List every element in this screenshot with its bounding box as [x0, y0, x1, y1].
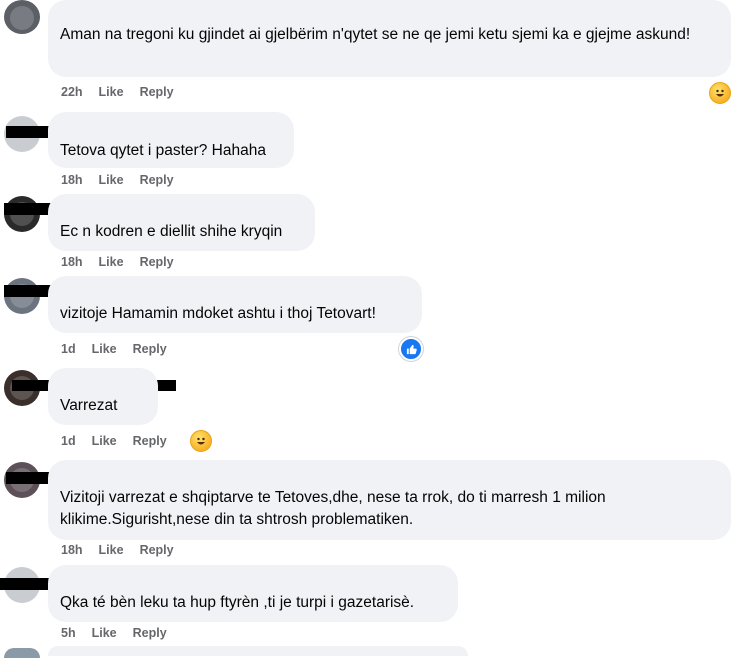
reply-button[interactable]: Reply: [140, 255, 174, 269]
comment-time[interactable]: 1d: [61, 434, 76, 448]
comment-text: Aman na tregoni ku gjindet ai gjelbërim …: [60, 26, 691, 43]
comment-actions: 18h Like Reply: [61, 543, 174, 557]
next-comment-bubble: [48, 646, 468, 656]
like-button[interactable]: Like: [92, 434, 117, 448]
comment-bubble: Vizitoji varrezat e shqiptarve te Tetove…: [48, 460, 731, 540]
haha-icon[interactable]: [709, 82, 731, 104]
comment-actions: 18h Like Reply: [61, 255, 174, 269]
like-button[interactable]: Like: [99, 255, 124, 269]
comment-time[interactable]: 1d: [61, 342, 76, 356]
comment-text: vizitoje Hamamin mdoket ashtu i thoj Tet…: [60, 305, 376, 322]
comment-bubble: Varrezat: [48, 368, 158, 425]
comment-text: Tetova qytet i paster? Hahaha: [60, 142, 266, 159]
like-icon[interactable]: [399, 337, 423, 361]
comment-text: Vizitoji varrezat e shqiptarve te Tetove…: [60, 489, 606, 528]
like-button[interactable]: Like: [99, 173, 124, 187]
like-button[interactable]: Like: [99, 543, 124, 557]
reply-button[interactable]: Reply: [140, 173, 174, 187]
comment-time[interactable]: 18h: [61, 173, 83, 187]
comment-actions: 5h Like Reply: [61, 626, 167, 640]
reply-button[interactable]: Reply: [133, 434, 167, 448]
reply-button[interactable]: Reply: [140, 85, 174, 99]
reply-button[interactable]: Reply: [140, 543, 174, 557]
comment-bubble: Ec n kodren e diellit shihe kryqin: [48, 194, 315, 251]
comment-bubble: Qka té bèn leku ta hup ftyrèn ,ti je tur…: [48, 565, 458, 622]
haha-icon[interactable]: [190, 430, 212, 452]
comment-time[interactable]: 18h: [61, 255, 83, 269]
comment-bubble: Aman na tregoni ku gjindet ai gjelbërim …: [48, 0, 731, 77]
comment-bubble: Tetova qytet i paster? Hahaha: [48, 112, 294, 168]
avatar[interactable]: [4, 0, 40, 34]
comment-bubble: vizitoje Hamamin mdoket ashtu i thoj Tet…: [48, 276, 422, 333]
comment-time[interactable]: 22h: [61, 85, 83, 99]
like-button[interactable]: Like: [92, 342, 117, 356]
comment-time[interactable]: 5h: [61, 626, 76, 640]
comment-text: Qka té bèn leku ta hup ftyrèn ,ti je tur…: [60, 594, 415, 611]
comment-text: Ec n kodren e diellit shihe kryqin: [60, 223, 283, 240]
like-button[interactable]: Like: [99, 85, 124, 99]
comment-actions: 22h Like Reply: [61, 85, 174, 99]
comment-actions: 1d Like Reply: [61, 434, 167, 448]
reply-button[interactable]: Reply: [133, 626, 167, 640]
comment-text: Varrezat: [60, 397, 118, 414]
comment-actions: 1d Like Reply: [61, 342, 167, 356]
reply-button[interactable]: Reply: [133, 342, 167, 356]
like-button[interactable]: Like: [92, 626, 117, 640]
avatar[interactable]: [4, 648, 40, 658]
comment-actions: 18h Like Reply: [61, 173, 174, 187]
comment-time[interactable]: 18h: [61, 543, 83, 557]
